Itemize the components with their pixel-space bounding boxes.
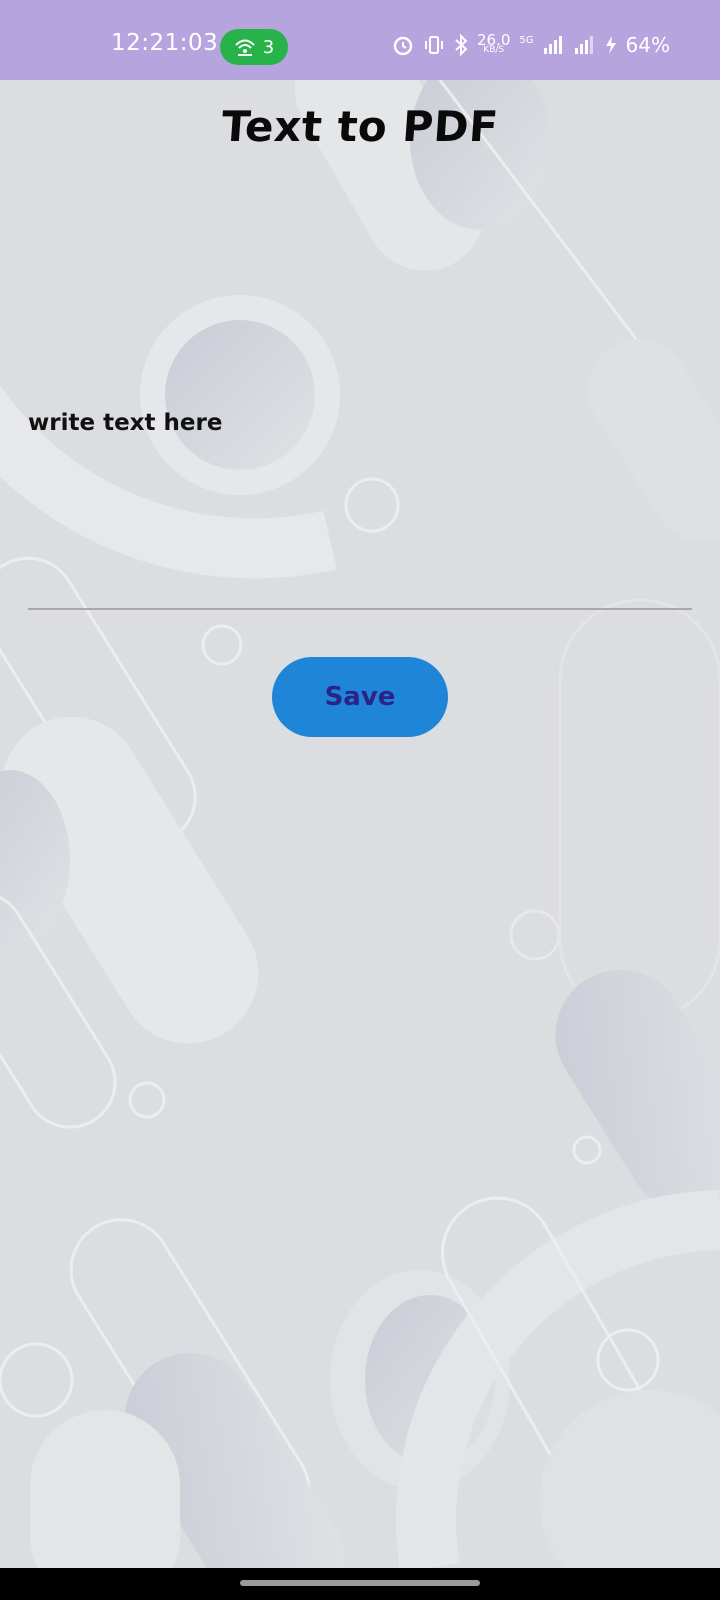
network-speed: 26.0 KB/S	[477, 31, 511, 56]
bluetooth-icon	[455, 34, 468, 56]
hotspot-icon	[235, 39, 255, 56]
vibrate-icon	[425, 36, 444, 54]
navigation-bar	[0, 1568, 720, 1600]
alarm-icon	[393, 36, 413, 56]
hotspot-badge: 3	[220, 29, 288, 65]
app-screen: 12:21:03 3 26.0 KB/S 5G 64% Text to PDF …	[0, 0, 720, 1600]
home-indicator[interactable]	[240, 1580, 480, 1586]
speed-value: 26.0	[477, 31, 511, 49]
hotspot-count: 3	[262, 36, 275, 58]
battery-charging-icon	[605, 36, 616, 54]
text-input[interactable]	[28, 410, 692, 610]
network-type: 5G	[519, 34, 534, 46]
save-button[interactable]: Save	[272, 657, 448, 737]
speed-unit: KB/S	[483, 45, 505, 55]
status-indicators: 26.0 KB/S 5G 64%	[392, 33, 670, 57]
status-time: 12:21:03	[111, 30, 219, 56]
signal-icon-secondary	[574, 36, 593, 54]
signal-icon	[543, 36, 562, 54]
battery-level: 64%	[625, 33, 670, 57]
status-bar: 12:21:03 3 26.0 KB/S 5G 64%	[0, 0, 720, 80]
background-decoration	[0, 80, 720, 1568]
page-title: Text to PDF	[219, 102, 501, 151]
